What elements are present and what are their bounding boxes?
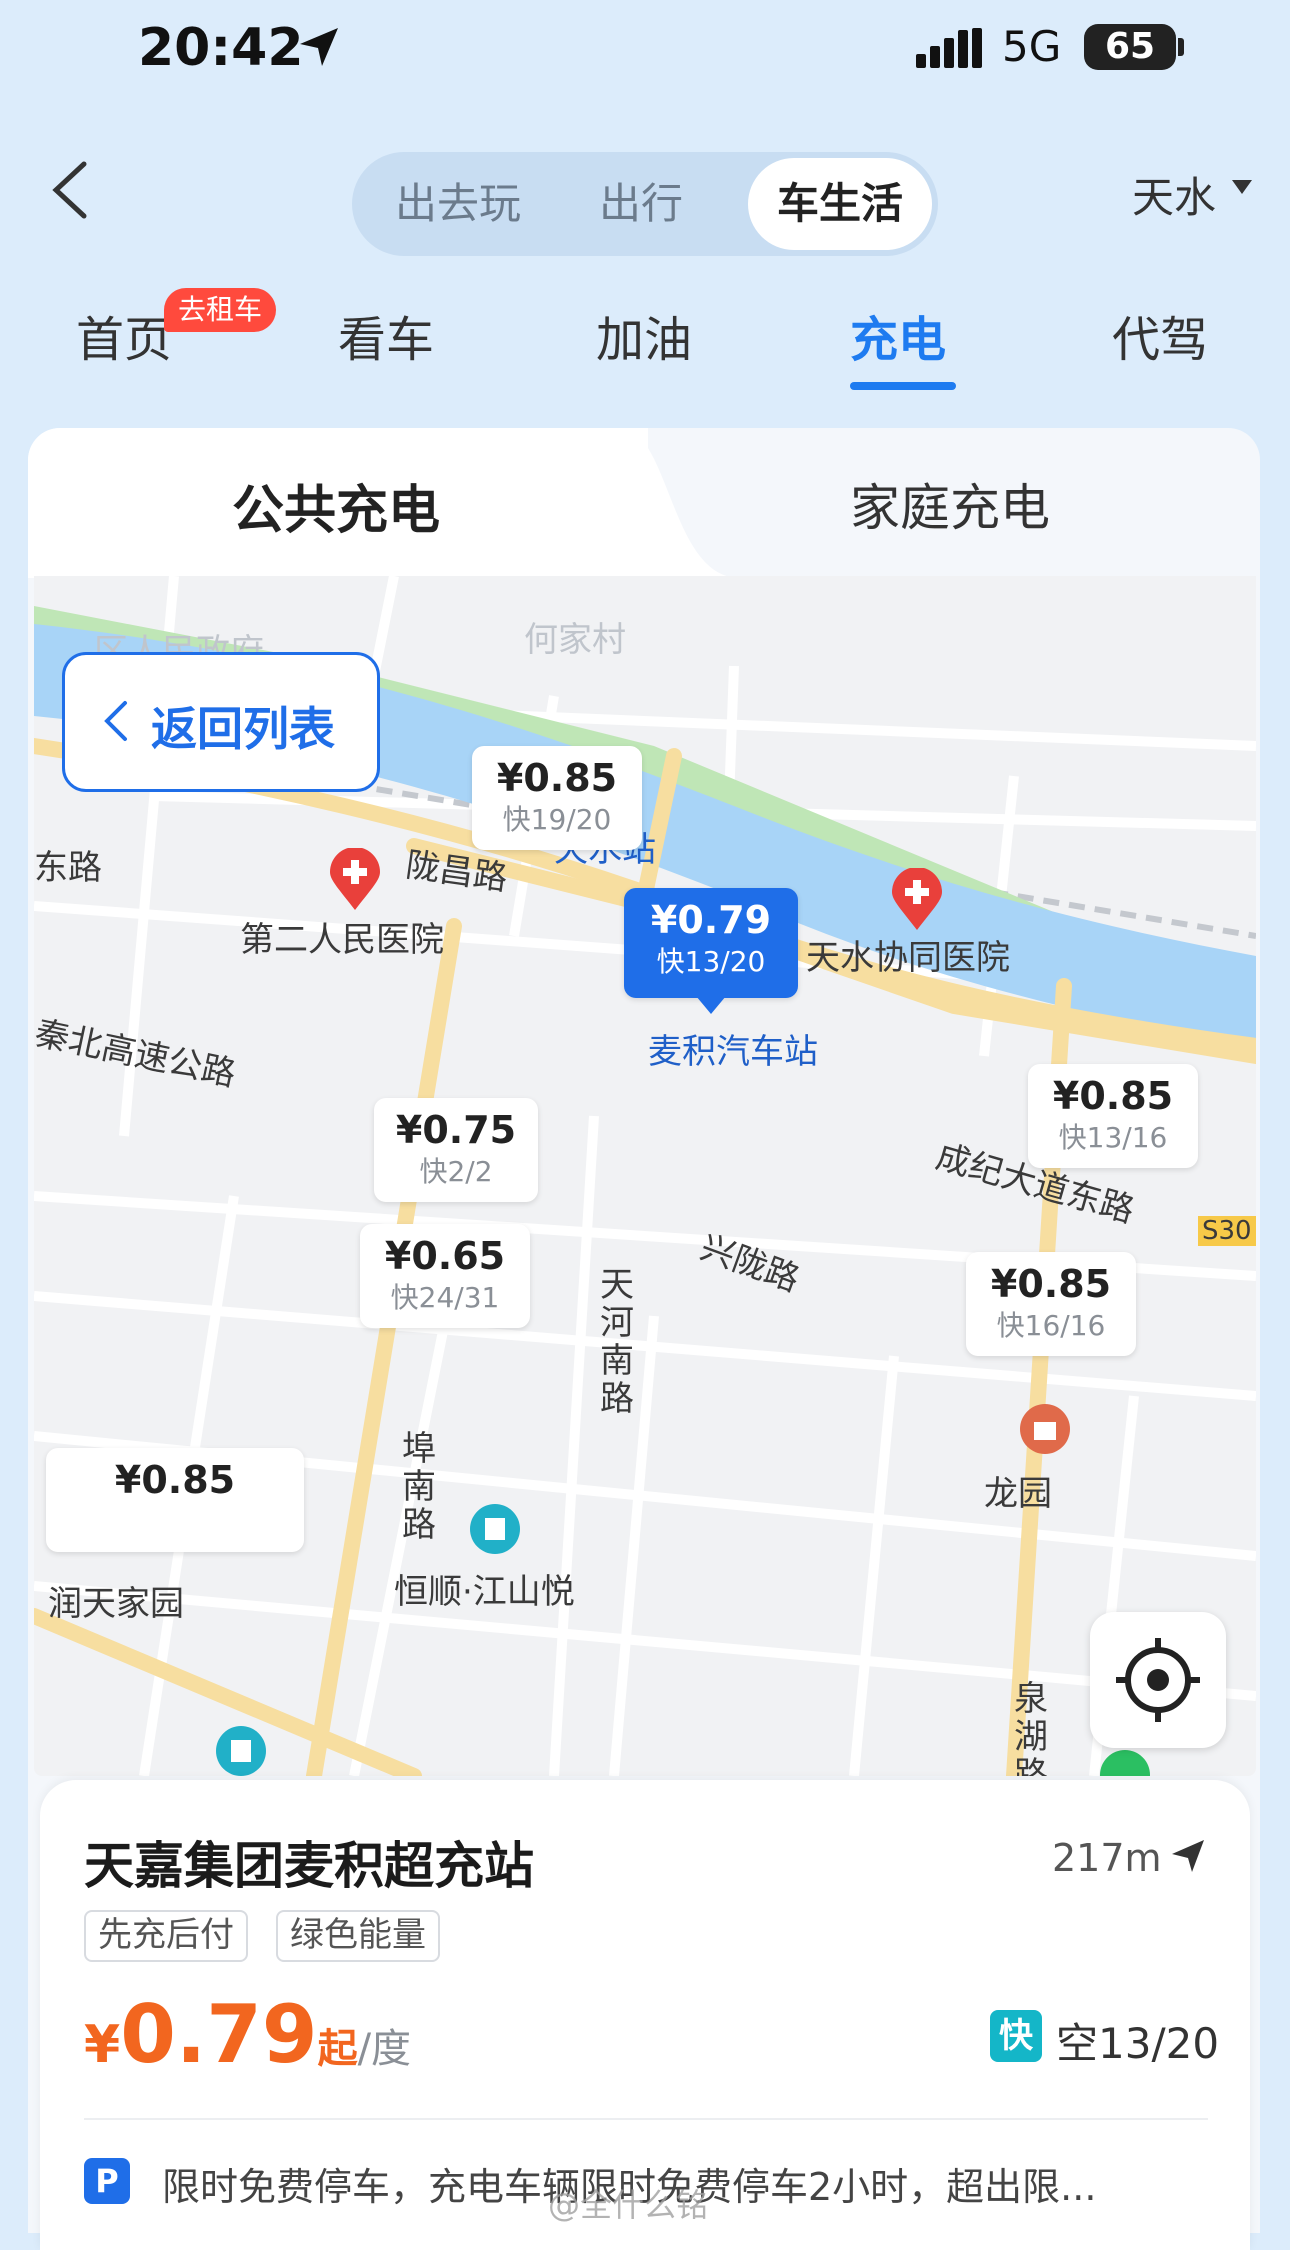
park-icon xyxy=(1100,1750,1150,1776)
pin-fast-count: 快16/16 xyxy=(996,1309,1106,1342)
pin-fast-count: 快13/20 xyxy=(656,945,766,978)
active-tab-indicator xyxy=(850,382,956,390)
home-charging-tab[interactable]: 家庭充电 xyxy=(850,468,1050,540)
hospital-icon xyxy=(330,848,380,910)
pin-price: ¥0.85 xyxy=(990,1262,1112,1306)
pin-price: ¥0.85 xyxy=(496,756,618,800)
map-label-s30: S30 xyxy=(1198,1216,1256,1246)
tab-cars[interactable]: 看车 xyxy=(338,300,434,370)
price-currency: ¥ xyxy=(84,2015,121,2075)
map-label-longyuan: 龙园 xyxy=(984,1474,1052,1514)
locate-button[interactable] xyxy=(1090,1612,1226,1748)
map-label-maiji-bus-station: 麦积汽车站 xyxy=(648,1032,818,1072)
segment-control: 出去玩 出行 车生活 xyxy=(352,152,938,256)
price-suffix: 起 xyxy=(317,2026,358,2072)
price-pin[interactable]: ¥0.85 xyxy=(46,1448,304,1552)
tag-green-energy: 绿色能量 xyxy=(276,1910,440,1962)
tab-home[interactable]: 首页 xyxy=(76,300,172,370)
caret-down-icon[interactable] xyxy=(1232,180,1252,196)
tab-chauffeur[interactable]: 代驾 xyxy=(1112,300,1208,370)
residential-icon xyxy=(470,1504,520,1554)
map-label-quanhu-road: 泉湖路 xyxy=(1014,1679,1048,1776)
map-label-runtian: 润天家园 xyxy=(48,1584,184,1624)
price-value: 0.79 xyxy=(120,1988,318,2081)
pin-price: ¥0.85 xyxy=(1052,1074,1174,1118)
map-label-east-road: 东路 xyxy=(34,848,102,888)
navigate-icon[interactable] xyxy=(1170,1838,1206,1874)
tab-fuel[interactable]: 加油 xyxy=(596,300,692,370)
price-pin[interactable]: ¥0.85 快13/16 xyxy=(1028,1064,1198,1168)
available-ports: 空13/20 xyxy=(1056,2019,1220,2068)
map-label-hospital-2: 第二人民医院 xyxy=(240,920,444,960)
price-pin-selected[interactable]: ¥0.79 快13/20 xyxy=(624,888,798,998)
back-chevron-icon[interactable] xyxy=(48,160,92,220)
hospital-icon xyxy=(892,868,942,930)
divider xyxy=(84,2118,1208,2120)
map-label-xietong-hospital: 天水协同医院 xyxy=(806,938,1010,978)
segment-go-play[interactable]: 出去玩 xyxy=(366,152,550,256)
station-price: ¥0.79起/度 xyxy=(84,1988,411,2081)
pin-pointer xyxy=(696,996,726,1014)
parking-icon: P xyxy=(84,2158,130,2204)
segment-travel[interactable]: 出行 xyxy=(556,152,726,256)
network-type: 5G xyxy=(1002,22,1062,71)
pin-price: ¥0.65 xyxy=(384,1234,506,1278)
watermark: @全什么铭 xyxy=(548,2186,709,2224)
pin-fast-count: 快24/31 xyxy=(390,1281,500,1314)
map-label-tianhe-road: 天河南路 xyxy=(600,1265,634,1419)
tab-charging[interactable]: 充电 xyxy=(850,300,946,370)
price-pin[interactable]: ¥0.85 快19/20 xyxy=(472,746,642,850)
map-label-bunan-road: 埠南路 xyxy=(402,1429,436,1545)
station-distance: 217m xyxy=(1052,1836,1162,1880)
station-name: 天嘉集团麦积超充站 xyxy=(84,1837,534,1895)
signal-icon xyxy=(916,28,982,68)
rent-car-badge[interactable]: 去租车 xyxy=(164,288,277,332)
chevron-left-icon xyxy=(104,701,127,741)
price-pin[interactable]: ¥0.85 快16/16 xyxy=(966,1252,1136,1356)
back-to-list-label: 返回列表 xyxy=(151,702,335,756)
pin-price: ¥0.85 xyxy=(114,1458,236,1502)
battery-nub xyxy=(1178,38,1184,56)
price-pin[interactable]: ¥0.65 快24/31 xyxy=(360,1224,530,1328)
price-pin[interactable]: ¥0.75 快2/2 xyxy=(374,1098,538,1202)
segment-car-life[interactable]: 车生活 xyxy=(748,152,932,256)
back-to-list-button[interactable]: 返回列表 xyxy=(62,652,380,792)
map-label-hengshun: 恒顺·江山悦 xyxy=(394,1572,575,1612)
pin-fast-count: 快19/20 xyxy=(502,803,612,836)
battery-icon: 65 xyxy=(1084,24,1176,70)
location-arrow-icon xyxy=(300,28,338,66)
crosshair-icon xyxy=(1116,1638,1200,1722)
pin-price: ¥0.79 xyxy=(650,898,772,942)
status-time: 20:42 xyxy=(138,18,304,78)
pin-fast-count: 快13/16 xyxy=(1058,1121,1168,1154)
fast-charge-badge: 快 xyxy=(990,2010,1042,2062)
residential-icon xyxy=(216,1726,266,1776)
city-selector[interactable]: 天水 xyxy=(1132,164,1216,225)
map-label-village: 何家村 xyxy=(524,620,626,660)
price-unit: /度 xyxy=(357,2026,412,2072)
pin-price: ¥0.75 xyxy=(395,1108,517,1152)
tag-pay-after: 先充后付 xyxy=(84,1910,248,1962)
pin-fast-count: 快2/2 xyxy=(419,1155,493,1188)
public-charging-tab[interactable]: 公共充电 xyxy=(232,468,440,543)
attraction-icon xyxy=(1020,1404,1070,1454)
